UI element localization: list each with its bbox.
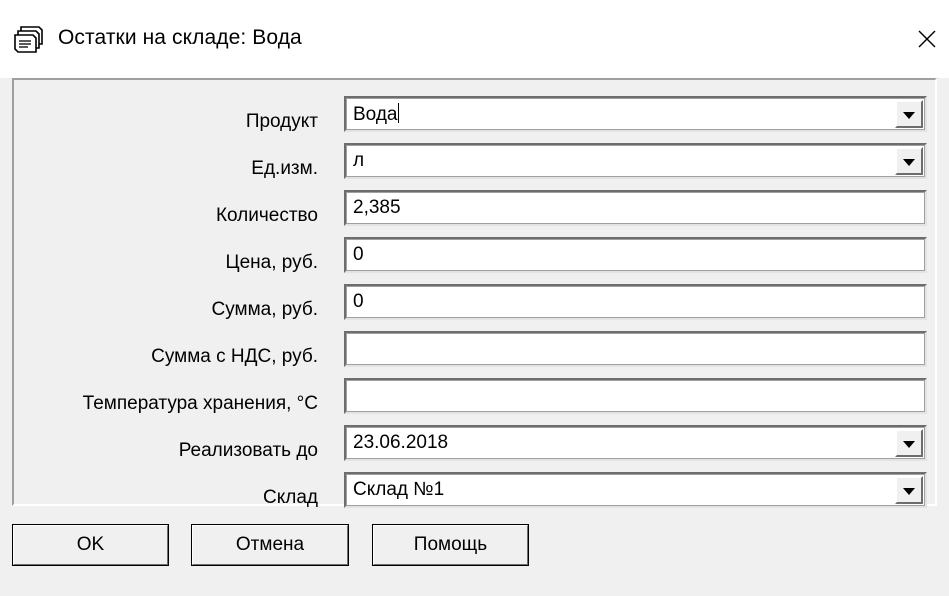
quantity-value: 2,385 (353, 197, 401, 218)
sell-by-dropdown-button[interactable] (895, 429, 923, 457)
cancel-button[interactable]: Отмена (191, 524, 349, 566)
quantity-input[interactable]: 2,385 (344, 190, 927, 226)
warehouse-value: Склад №1 (353, 479, 445, 500)
product-combobox[interactable]: Вода (344, 96, 927, 132)
label-product: Продукт (245, 111, 318, 132)
sell-by-combobox[interactable]: 23.06.2018 (344, 425, 927, 461)
label-sum-vat: Сумма с НДС, руб. (151, 346, 318, 367)
close-button[interactable] (905, 14, 949, 64)
ok-button[interactable]: OK (12, 524, 169, 566)
sell-by-value: 23.06.2018 (353, 432, 449, 453)
form-panel: Продукт Ед.изм. Количество Цена, руб. Су… (12, 78, 937, 508)
storage-temp-input[interactable] (344, 378, 927, 414)
warehouse-dropdown-button[interactable] (895, 476, 923, 504)
window-title: Остатки на складе: Вода (58, 26, 302, 49)
unit-combobox[interactable]: л (344, 143, 927, 179)
help-button[interactable]: Помощь (372, 524, 529, 566)
stacked-windows-icon (12, 24, 44, 54)
sum-vat-input[interactable] (344, 331, 927, 367)
close-icon (918, 30, 936, 48)
price-input[interactable]: 0 (344, 237, 927, 273)
chevron-down-icon (903, 440, 915, 448)
title-bar: Остатки на складе: Вода (0, 0, 949, 78)
unit-value: л (353, 150, 365, 171)
product-dropdown-button[interactable] (895, 100, 923, 128)
label-storage-temp: Температура хранения, °C (82, 393, 318, 414)
unit-dropdown-button[interactable] (895, 147, 923, 175)
label-sum: Сумма, руб. (211, 299, 319, 320)
label-sell-by: Реализовать до (178, 440, 318, 461)
label-unit: Ед.изм. (251, 158, 318, 179)
product-value: Вода (353, 104, 398, 125)
sum-value: 0 (353, 291, 364, 312)
chevron-down-icon (903, 487, 915, 495)
price-value: 0 (353, 244, 364, 265)
chevron-down-icon (903, 111, 915, 119)
label-price: Цена, руб. (225, 252, 318, 273)
label-warehouse: Склад (263, 487, 318, 508)
label-quantity: Количество (215, 205, 318, 226)
dialog-window: Остатки на складе: Вода Продукт Ед.изм. … (0, 0, 949, 596)
warehouse-combobox[interactable]: Склад №1 (344, 472, 927, 508)
text-caret (398, 103, 400, 123)
chevron-down-icon (903, 158, 915, 166)
sum-input[interactable]: 0 (344, 284, 927, 320)
